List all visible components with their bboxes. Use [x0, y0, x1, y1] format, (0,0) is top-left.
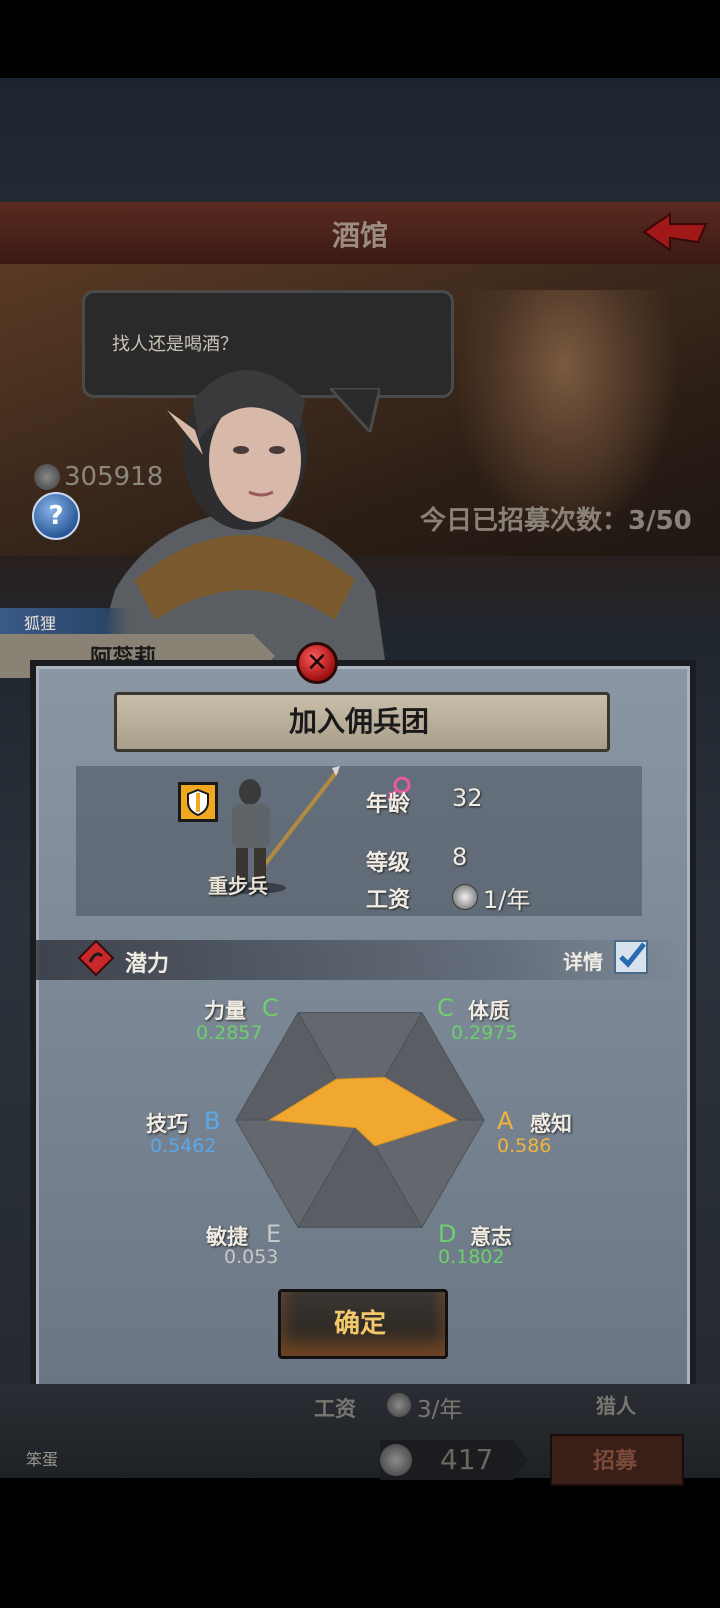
details-checkbox[interactable] — [614, 940, 648, 974]
dialog-title: 加入佣兵团 — [288, 705, 429, 738]
stat-perception-value: 0.586 — [497, 1135, 552, 1157]
stat-constitution-value: 0.2975 — [451, 1022, 518, 1044]
stat-strength-grade: C — [262, 994, 279, 1022]
page-title: 酒馆 — [331, 219, 388, 252]
race-label: 狐狸 — [24, 614, 57, 633]
help-button[interactable]: ? — [32, 492, 80, 540]
list-recruit-name: 笨蛋 — [26, 1450, 59, 1469]
stat-perception-name: 感知 — [530, 1112, 572, 1136]
back-arrow-icon[interactable] — [640, 208, 710, 256]
potential-icon — [78, 940, 114, 976]
stat-skill-value: 0.5462 — [150, 1135, 217, 1157]
wage-value: 1/年 — [483, 886, 531, 914]
recruit-price: 417 — [440, 1443, 494, 1476]
stat-agility-value: 0.053 — [224, 1246, 279, 1268]
stat-skill-name: 技巧 — [146, 1112, 188, 1136]
stat-will-grade: D — [438, 1220, 457, 1248]
coin-icon — [387, 1393, 411, 1417]
stat-perception-grade: A — [497, 1107, 514, 1135]
stat-strength-name: 力量 — [204, 999, 246, 1023]
coin-icon — [34, 464, 60, 490]
level-value: 8 — [452, 843, 468, 871]
stat-constitution-name: 体质 — [468, 999, 510, 1023]
stat-will-value: 0.1802 — [438, 1246, 505, 1268]
coin-icon — [452, 884, 478, 910]
recruit-info-panel — [76, 766, 642, 916]
class-name: 重步兵 — [208, 874, 268, 898]
stat-strength-value: 0.2857 — [196, 1022, 263, 1044]
wage-label: 工资 — [366, 888, 411, 913]
stat-agility-grade: E — [266, 1220, 282, 1248]
level-label: 等级 — [366, 851, 411, 876]
recruit-portrait — [95, 370, 385, 660]
stat-skill-grade: B — [204, 1107, 221, 1135]
list-class-name: 猎人 — [596, 1394, 636, 1418]
age-label: 年龄 — [366, 792, 411, 817]
race-tag — [0, 608, 130, 636]
coin-icon — [380, 1444, 412, 1476]
recruit-count-text: 今日已招募次数：3/50 — [420, 506, 692, 536]
age-value: 32 — [452, 784, 483, 812]
details-label: 详情 — [563, 950, 603, 974]
confirm-label[interactable]: 确定 — [278, 1303, 442, 1340]
list-wage-label: 工资 — [314, 1397, 356, 1421]
list-wage-value: 3/年 — [417, 1397, 463, 1423]
stat-constitution-grade: C — [437, 994, 454, 1022]
potential-label: 潜力 — [125, 952, 170, 977]
close-button[interactable]: ✕ — [296, 642, 338, 684]
recruit-button-label[interactable]: 招募 — [550, 1443, 680, 1475]
